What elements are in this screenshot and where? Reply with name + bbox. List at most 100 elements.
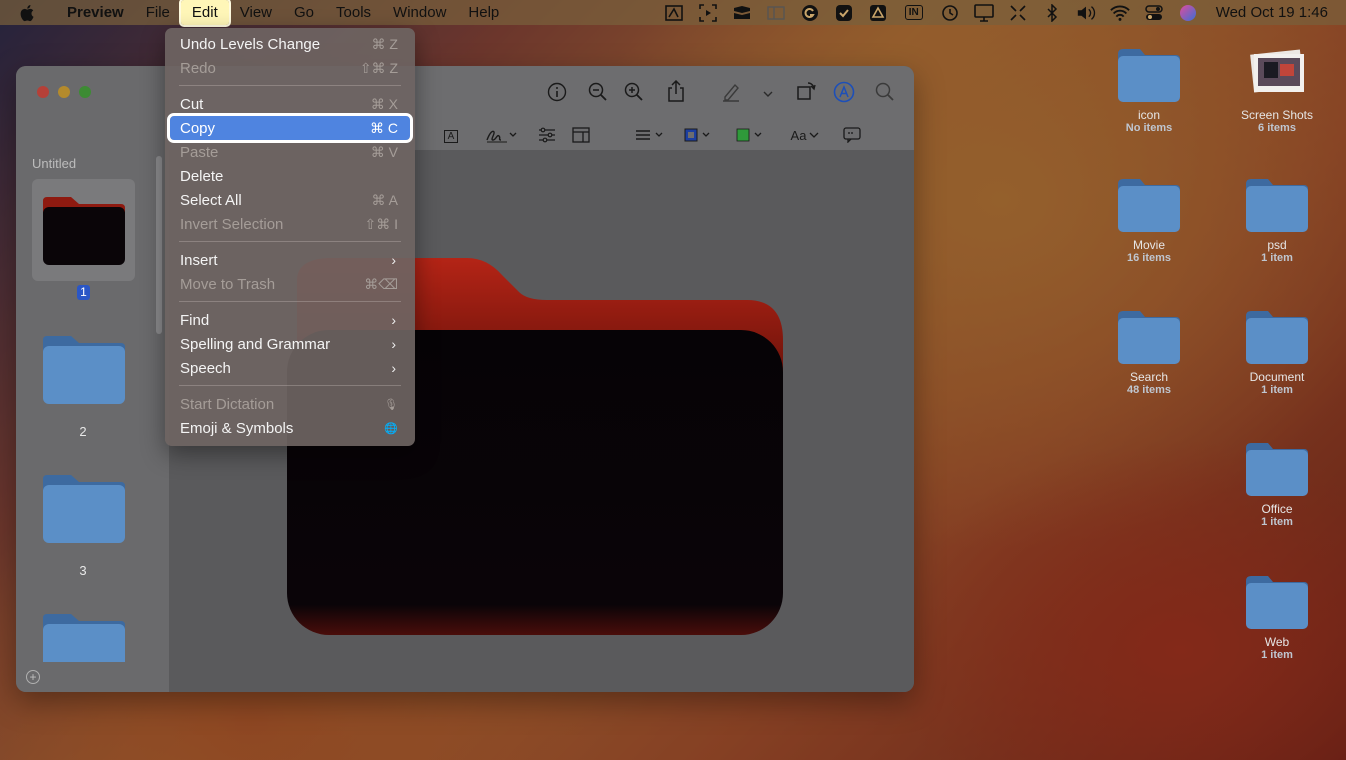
menu-item-label: Start Dictation bbox=[180, 395, 275, 413]
menu-file[interactable]: File bbox=[135, 0, 181, 25]
menu-item-shortcut: ⌘⌫ bbox=[364, 275, 398, 292]
input-source-icon[interactable]: IN bbox=[902, 3, 926, 23]
menu-item-delete[interactable]: Delete bbox=[170, 164, 410, 188]
desktop-item-name: icon bbox=[1137, 108, 1160, 122]
note-icon[interactable] bbox=[840, 123, 864, 147]
menu-separator bbox=[179, 241, 401, 242]
menu-item-find[interactable]: Find › bbox=[170, 308, 410, 332]
menu-item-label: Copy bbox=[180, 119, 216, 137]
menu-go[interactable]: Go bbox=[283, 0, 325, 25]
volume-icon[interactable] bbox=[1076, 3, 1096, 23]
menu-item-label: Spelling and Grammar bbox=[180, 335, 331, 353]
chevron-down-icon[interactable] bbox=[756, 82, 780, 106]
time-machine-icon[interactable] bbox=[940, 3, 960, 23]
screenshot-icon[interactable] bbox=[698, 3, 718, 23]
menu-item-select-all[interactable]: Select All ⌘ A bbox=[170, 188, 410, 212]
markup-icon[interactable] bbox=[832, 80, 856, 104]
window-layout-icon[interactable] bbox=[766, 3, 786, 23]
menu-item-speech[interactable]: Speech › bbox=[170, 356, 410, 380]
menu-item-label: Speech bbox=[180, 359, 231, 377]
status-menu-area: IN Wed Oct 19 1:46 bbox=[664, 0, 1328, 25]
display-icon[interactable] bbox=[973, 3, 994, 23]
page-number-3: 3 bbox=[79, 563, 87, 578]
menubar-clock[interactable]: Wed Oct 19 1:46 bbox=[1216, 4, 1328, 21]
signature-icon[interactable] bbox=[484, 123, 520, 147]
menu-item-spelling-grammar[interactable]: Spelling and Grammar › bbox=[170, 332, 410, 356]
menu-item-start-dictation[interactable]: Start Dictation 🎙 bbox=[170, 392, 410, 416]
menu-item-invert-selection[interactable]: Invert Selection ⇧⌘ I bbox=[170, 212, 410, 236]
menu-item-label: Redo bbox=[180, 59, 216, 77]
bluetooth-icon[interactable] bbox=[1042, 3, 1062, 23]
desktop-folder-icon[interactable]: psd 1 item bbox=[1222, 176, 1332, 264]
desktop-folder-icon[interactable]: Web 1 item bbox=[1222, 573, 1332, 661]
page-thumbnail-4[interactable] bbox=[41, 612, 127, 662]
menu-view[interactable]: View bbox=[229, 0, 283, 25]
menu-edit[interactable]: Edit bbox=[178, 0, 231, 27]
control-center-icon[interactable] bbox=[1144, 3, 1164, 23]
menu-help[interactable]: Help bbox=[457, 0, 510, 25]
thumbnail-sidebar: Untitled 1 2 3 + bbox=[16, 66, 169, 692]
menu-item-shortcut: ⌘ V bbox=[370, 143, 398, 160]
siri-icon[interactable] bbox=[1178, 3, 1198, 23]
globe-icon: 🌐 bbox=[384, 422, 398, 435]
desktop-item-count: 1 item bbox=[1261, 516, 1293, 528]
menu-item-paste[interactable]: Paste ⌘ V bbox=[170, 140, 410, 164]
apple-logo-icon[interactable] bbox=[20, 4, 38, 22]
desktop-screenshots-folder[interactable]: Screen Shots 6 items bbox=[1222, 46, 1332, 134]
desktop-folder-icon[interactable]: Document 1 item bbox=[1222, 308, 1332, 396]
menu-item-cut[interactable]: Cut ⌘ X bbox=[170, 92, 410, 116]
shape-style-icon[interactable] bbox=[635, 123, 665, 147]
desktop-folder-icon[interactable]: Search 48 items bbox=[1094, 308, 1204, 396]
menu-item-undo[interactable]: Undo Levels Change ⌘ Z bbox=[170, 32, 410, 56]
grammarly-icon[interactable] bbox=[800, 3, 820, 23]
desktop-folder-icon[interactable]: icon No items bbox=[1094, 46, 1204, 134]
wifi-icon[interactable] bbox=[1109, 3, 1130, 23]
adjust-color-icon[interactable] bbox=[535, 123, 559, 147]
menu-tools[interactable]: Tools bbox=[325, 0, 382, 25]
page-thumbnail-3[interactable] bbox=[41, 473, 127, 543]
zoom-out-icon[interactable] bbox=[586, 80, 610, 104]
desktop-folder-icon[interactable]: Office 1 item bbox=[1222, 440, 1332, 528]
script-editor-icon[interactable] bbox=[664, 3, 684, 23]
info-icon[interactable] bbox=[545, 80, 569, 104]
checkmark-icon[interactable] bbox=[834, 3, 854, 23]
zoom-in-icon[interactable] bbox=[622, 80, 646, 104]
menu-window[interactable]: Window bbox=[382, 0, 457, 25]
menu-item-move-to-trash[interactable]: Move to Trash ⌘⌫ bbox=[170, 272, 410, 296]
menu-item-label: Move to Trash bbox=[180, 275, 276, 293]
text-box-icon[interactable]: A bbox=[439, 124, 463, 148]
page-thumbnail-2[interactable] bbox=[41, 334, 127, 404]
add-page-button[interactable]: + bbox=[26, 670, 40, 684]
text-style-button[interactable]: Aa bbox=[788, 123, 822, 147]
minimize-window-button[interactable] bbox=[58, 86, 70, 98]
desktop-item-count: No items bbox=[1125, 122, 1173, 134]
zoom-window-button[interactable] bbox=[79, 86, 91, 98]
archive-icon[interactable] bbox=[732, 3, 752, 23]
text-box-label: A bbox=[443, 129, 459, 143]
menu-item-shortcut: ⌘ A bbox=[371, 191, 398, 208]
desktop-item-count: 1 item bbox=[1261, 649, 1293, 661]
drive-icon[interactable] bbox=[868, 3, 888, 23]
menu-item-insert[interactable]: Insert › bbox=[170, 248, 410, 272]
desktop-item-name: psd bbox=[1267, 238, 1287, 252]
desktop-item-count: 6 items bbox=[1258, 122, 1296, 134]
menu-item-redo[interactable]: Redo ⇧⌘ Z bbox=[170, 56, 410, 80]
menu-item-label: Undo Levels Change bbox=[180, 35, 321, 53]
share-icon[interactable] bbox=[664, 79, 688, 103]
fill-color-icon[interactable] bbox=[735, 123, 765, 147]
page-layout-icon[interactable] bbox=[569, 123, 593, 147]
menu-item-emoji-symbols[interactable]: Emoji & Symbols 🌐 bbox=[170, 416, 410, 440]
desktop-item-name: Search bbox=[1129, 370, 1169, 384]
border-color-icon[interactable] bbox=[683, 123, 713, 147]
close-window-button[interactable] bbox=[37, 86, 49, 98]
menu-item-copy[interactable]: Copy ⌘ C bbox=[167, 113, 413, 143]
menu-app-name[interactable]: Preview bbox=[56, 0, 135, 25]
highlight-pen-icon[interactable] bbox=[719, 80, 743, 104]
search-icon[interactable] bbox=[873, 80, 897, 104]
expand-icon[interactable] bbox=[1008, 3, 1028, 23]
text-style-label: Aa bbox=[790, 127, 807, 143]
sidebar-scrollbar[interactable] bbox=[156, 156, 162, 334]
desktop-folder-icon[interactable]: Movie 16 items bbox=[1094, 176, 1204, 264]
page-thumbnail-1[interactable] bbox=[41, 195, 127, 265]
rotate-icon[interactable] bbox=[794, 79, 818, 103]
